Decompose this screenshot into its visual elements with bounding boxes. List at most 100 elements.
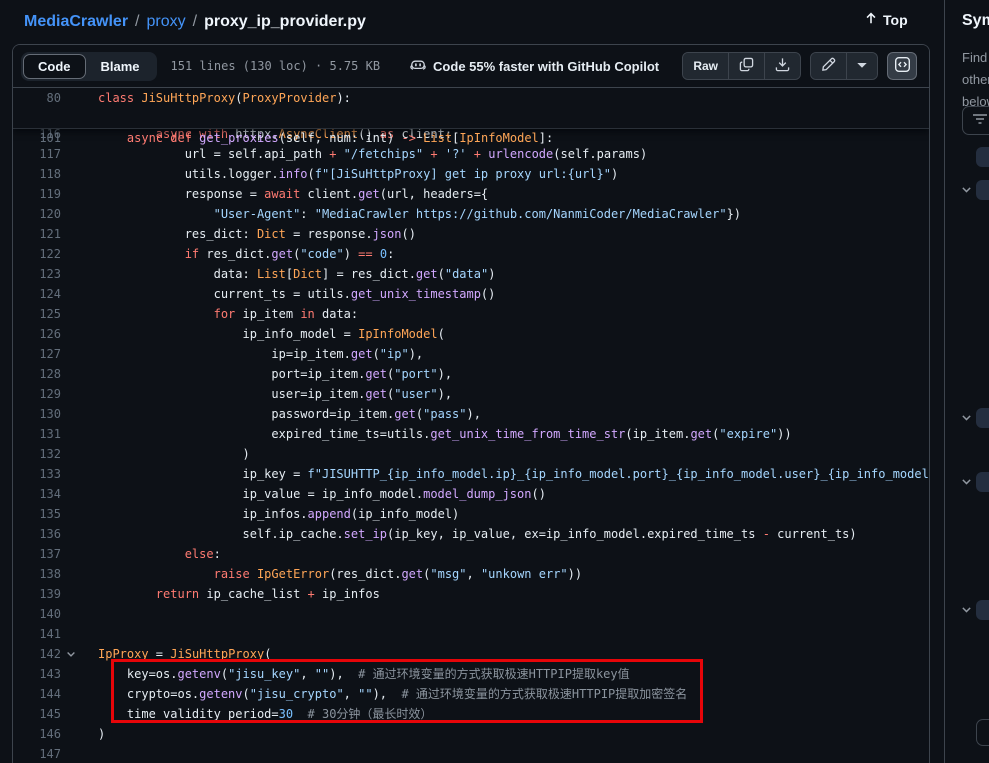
code-text: time_validity_period=30 # 30分钟（最长时效）: [81, 704, 432, 724]
gutter-spacer: [61, 224, 81, 244]
breadcrumb-separator: /: [193, 13, 197, 31]
symbols-sidebar: Symbols Findotherbelow: [944, 0, 989, 763]
code-text: for ip_item in data:: [81, 304, 358, 324]
gutter-spacer: [61, 624, 81, 644]
copilot-banner: Code 55% faster with GitHub Copilot: [410, 57, 659, 76]
gutter-spacer: [61, 564, 81, 584]
gutter-spacer: [61, 484, 81, 504]
arrow-up-icon: [864, 11, 878, 28]
gutter-spacer: [61, 204, 81, 224]
breadcrumb-folder-link[interactable]: proxy: [147, 13, 186, 31]
download-icon: [775, 57, 790, 75]
edit-options-button[interactable]: [846, 53, 877, 79]
line-number[interactable]: 131: [13, 424, 61, 444]
tab-code[interactable]: Code: [23, 54, 86, 79]
symbols-description-line: other: [962, 69, 989, 91]
code-text: password=ip_item.get("pass"),: [81, 404, 481, 424]
line-number[interactable]: 141: [13, 624, 61, 644]
line-number[interactable]: 127: [13, 344, 61, 364]
code-text: current_ts = utils.get_unix_timestamp(): [81, 284, 495, 304]
line-number[interactable]: 138: [13, 564, 61, 584]
back-to-top-button[interactable]: Top: [864, 11, 908, 28]
line-number[interactable]: 137: [13, 544, 61, 564]
line-number[interactable]: 118: [13, 164, 61, 184]
line-number[interactable]: 136: [13, 524, 61, 544]
code-line: 143 key=os.getenv("jisu_key", ""), # 通过环…: [13, 664, 929, 684]
line-number[interactable]: 140: [13, 604, 61, 624]
line-number[interactable]: 128: [13, 364, 61, 384]
line-number[interactable]: 135: [13, 504, 61, 524]
code-text: IpProxy = JiSuHttpProxy(: [81, 644, 271, 664]
code-text: self.ip_cache.set_ip(ip_key, ip_value, e…: [81, 524, 857, 544]
download-button[interactable]: [764, 53, 800, 79]
line-number[interactable]: 130: [13, 404, 61, 424]
code-line: 144 crypto=os.getenv("jisu_crypto", ""),…: [13, 684, 929, 704]
gutter-spacer: [61, 524, 81, 544]
edit-button[interactable]: [811, 53, 846, 79]
code-text: utils.logger.info(f"[JiSuHttpProxy] get …: [81, 164, 618, 184]
collapse-chevron-icon[interactable]: [61, 644, 81, 664]
line-number[interactable]: 101: [13, 128, 61, 148]
symbol-skeleton: [976, 147, 989, 167]
line-number[interactable]: 122: [13, 244, 61, 264]
symbols-panel-icon: [894, 56, 911, 76]
chevron-down-icon[interactable]: [960, 603, 974, 617]
code-line: 120 "User-Agent": "MediaCrawler https://…: [13, 204, 929, 224]
code-blame-switcher: Code Blame: [21, 52, 157, 81]
code-line: 147: [13, 744, 929, 763]
code-text: user=ip_item.get("user"),: [81, 384, 452, 404]
code-line: 130 password=ip_item.get("pass"),: [13, 404, 929, 424]
line-number[interactable]: 125: [13, 304, 61, 324]
file-content-box: Code Blame 151 lines (130 loc) · 5.75 KB…: [12, 44, 930, 763]
line-number[interactable]: 143: [13, 664, 61, 684]
code-text: return ip_cache_list + ip_infos: [81, 584, 380, 604]
code-text: ip=ip_item.get("ip"),: [81, 344, 423, 364]
copy-button[interactable]: [728, 53, 764, 79]
gutter-spacer: [61, 184, 81, 204]
gutter-spacer: [61, 604, 81, 624]
line-number[interactable]: 142: [13, 644, 61, 664]
code-line: 125 for ip_item in data:: [13, 304, 929, 324]
pencil-icon: [821, 57, 836, 75]
tab-blame[interactable]: Blame: [86, 54, 155, 79]
code-line: 126 ip_info_model = IpInfoModel(: [13, 324, 929, 344]
gutter-spacer: [61, 504, 81, 524]
symbols-filter-button[interactable]: [962, 106, 989, 135]
breadcrumb-repo-link[interactable]: MediaCrawler: [24, 13, 128, 31]
file-meta-text: 151 lines (130 loc) · 5.75 KB: [171, 59, 381, 73]
line-number[interactable]: 119: [13, 184, 61, 204]
line-number[interactable]: 139: [13, 584, 61, 604]
line-number[interactable]: 120: [13, 204, 61, 224]
line-number[interactable]: 80: [13, 88, 61, 108]
chevron-down-icon[interactable]: [960, 411, 974, 425]
line-number[interactable]: 121: [13, 224, 61, 244]
gutter-spacer: [61, 744, 81, 763]
code-text: else:: [81, 544, 221, 564]
line-number[interactable]: 126: [13, 324, 61, 344]
line-number[interactable]: 129: [13, 384, 61, 404]
code-line: 121 res_dict: Dict = response.json(): [13, 224, 929, 244]
line-number[interactable]: 132: [13, 444, 61, 464]
code-line: 119 response = await client.get(url, hea…: [13, 184, 929, 204]
code-line: 123 data: List[Dict] = res_dict.get("dat…: [13, 264, 929, 284]
symbols-panel-toggle[interactable]: [887, 52, 917, 80]
chevron-down-icon[interactable]: [960, 183, 974, 197]
chevron-down-icon[interactable]: [960, 475, 974, 489]
line-number[interactable]: 146: [13, 724, 61, 744]
raw-button[interactable]: Raw: [683, 53, 728, 79]
code-line: 80class JiSuHttpProxy(ProxyProvider):: [13, 88, 929, 108]
code-text: ): [81, 724, 105, 744]
line-number[interactable]: 144: [13, 684, 61, 704]
code-text: data: List[Dict] = res_dict.get("data"): [81, 264, 495, 284]
line-number[interactable]: 124: [13, 284, 61, 304]
code-text: if res_dict.get("code") == 0:: [81, 244, 394, 264]
line-number[interactable]: 123: [13, 264, 61, 284]
code-text: ): [81, 444, 250, 464]
line-number[interactable]: 133: [13, 464, 61, 484]
code-line: 132 ): [13, 444, 929, 464]
line-number[interactable]: 145: [13, 704, 61, 724]
line-number[interactable]: 147: [13, 744, 61, 763]
line-number[interactable]: 134: [13, 484, 61, 504]
code-line: 133 ip_key = f"JISUHTTP_{ip_info_model.i…: [13, 464, 929, 484]
raw-copy-download-group: Raw: [682, 52, 801, 80]
